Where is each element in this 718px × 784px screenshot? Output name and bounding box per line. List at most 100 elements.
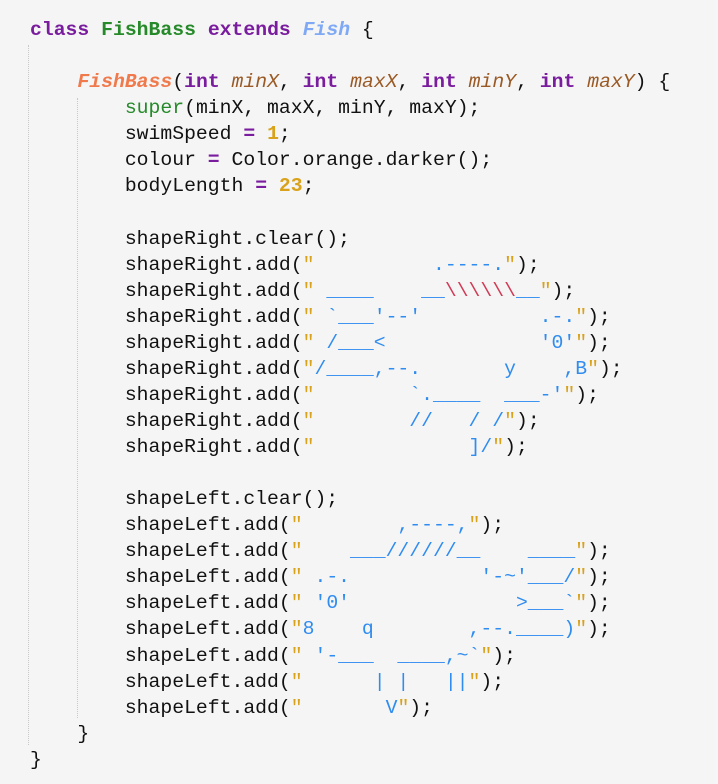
code-line[interactable]: shapeRight.add(" ]/"); [30, 434, 670, 460]
code-token: ); [504, 436, 528, 458]
code-editor[interactable]: class FishBass extends Fish { FishBass(i… [30, 17, 670, 773]
code-token: = [255, 175, 268, 198]
code-token: ___//////__ ____ [302, 540, 576, 563]
code-line[interactable]: shapeRight.add(" // / /"); [30, 408, 670, 434]
code-token: ); [551, 279, 576, 302]
code-token: ,----, [302, 514, 469, 537]
code-line[interactable]: bodyLength = 23; [30, 173, 670, 199]
code-token: /____,--. y ,B [314, 357, 588, 380]
code-token: // / / [314, 409, 505, 432]
code-token: " [290, 696, 303, 719]
code-line[interactable]: shapeLeft.clear(); [30, 486, 670, 512]
code-token: ); [575, 383, 599, 406]
code-token: " [290, 644, 303, 667]
code-token: " [539, 279, 552, 302]
code-line[interactable]: shapeRight.add(" `.____ ___-'"); [30, 382, 670, 408]
code-token: ); [587, 305, 611, 328]
code-token: ____ __ [314, 279, 445, 302]
code-line[interactable] [30, 460, 670, 486]
code-token: shapeRight.add( [30, 331, 303, 354]
code-token: shapeRight.clear(); [30, 227, 351, 250]
code-token: shapeRight.add( [30, 436, 303, 458]
code-token: minX [231, 71, 279, 94]
code-line[interactable] [30, 199, 670, 225]
code-line[interactable]: shapeLeft.add(" '-___ ____,~`"); [30, 643, 670, 669]
code-line[interactable]: } [30, 747, 670, 773]
code-line[interactable] [30, 43, 670, 69]
code-token: " [290, 618, 303, 641]
code-token: ; [278, 123, 291, 146]
code-token: " [575, 566, 588, 589]
code-token: (minX, maxX, minY, maxY); [184, 97, 481, 120]
code-line[interactable]: } [30, 721, 670, 747]
code-token: " [575, 331, 588, 354]
code-line[interactable]: shapeRight.add("/____,--. y ,B"); [30, 356, 670, 382]
code-token: maxX [350, 71, 398, 94]
code-token: maxY [587, 71, 635, 94]
code-token: Fish [302, 19, 351, 41]
code-token: " [575, 618, 588, 641]
code-line[interactable]: shapeLeft.add(" ,----,"); [30, 512, 670, 538]
code-line[interactable]: FishBass(int minX, int maxX, int minY, i… [30, 69, 670, 95]
code-line[interactable]: colour = Color.orange.darker(); [30, 147, 670, 173]
code-token: ); [480, 514, 505, 537]
code-token: ); [409, 696, 434, 719]
code-token: class [30, 19, 90, 41]
code-token: " [290, 540, 303, 563]
code-line[interactable]: super(minX, maxX, minY, maxY); [30, 95, 670, 121]
code-token: .----. [314, 253, 505, 276]
code-token: } [30, 722, 90, 745]
code-line[interactable]: shapeLeft.add(" '0' >___`"); [30, 590, 670, 616]
code-token: ); [492, 644, 516, 667]
code-token: ]/ [314, 436, 493, 458]
code-token: " [302, 253, 315, 276]
code-token: " [397, 696, 410, 719]
code-token: int [184, 71, 220, 94]
code-line[interactable]: swimSpeed = 1; [30, 121, 670, 147]
code-token: shapeLeft.add( [30, 644, 291, 667]
code-line[interactable]: shapeRight.add(" ____ __\\\\\\__"); [30, 278, 670, 304]
code-token: ); [587, 540, 611, 563]
code-token: " [302, 357, 315, 380]
code-token: " [290, 514, 303, 537]
code-token: " [302, 305, 315, 328]
code-token: " [290, 592, 303, 615]
code-line[interactable]: shapeLeft.add("8 q ,--.____)"); [30, 616, 670, 642]
code-token: FishBass [77, 71, 173, 94]
code-token: /___< '0' [314, 331, 576, 354]
code-token: } [30, 748, 42, 771]
code-token: shapeRight.add( [30, 279, 303, 302]
code-token: , [516, 71, 540, 94]
code-token: Color.orange.darker(); [219, 149, 493, 172]
code-token: shapeLeft.add( [30, 670, 291, 693]
code-token: '0' >___` [302, 592, 576, 615]
code-token: " [302, 409, 315, 432]
code-token: shapeRight.add( [30, 305, 303, 328]
code-token: , [397, 71, 422, 94]
code-token: V [302, 696, 398, 719]
code-line[interactable]: class FishBass extends Fish { [30, 17, 670, 43]
code-token: int [539, 71, 576, 94]
code-line[interactable]: shapeRight.add(" .----."); [30, 252, 670, 278]
code-token: " [468, 670, 481, 693]
indent-guide [28, 45, 29, 745]
code-token: " [290, 566, 303, 589]
code-line[interactable]: shapeRight.add(" /___< '0'"); [30, 330, 670, 356]
code-token: \\\\\\ [444, 279, 516, 302]
code-line[interactable]: shapeLeft.add(" | | ||"); [30, 669, 670, 695]
code-line[interactable]: shapeRight.clear(); [30, 226, 670, 252]
code-line[interactable]: shapeLeft.add(" V"); [30, 695, 670, 721]
code-line[interactable]: shapeLeft.add(" ___//////__ ____"); [30, 538, 670, 564]
code-token: " [575, 540, 588, 563]
code-token: = [243, 123, 256, 146]
code-line[interactable]: shapeLeft.add(" .-. '-~'___/"); [30, 564, 670, 590]
code-line[interactable]: shapeRight.add(" `___'--' .-."); [30, 304, 670, 330]
code-token: shapeLeft.add( [30, 618, 291, 641]
